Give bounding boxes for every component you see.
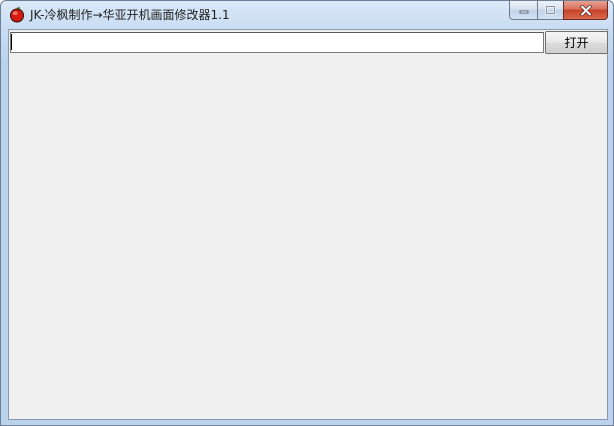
- app-window: JK-冷枫制作→华亚开机画面修改器1.1 打开: [0, 0, 614, 426]
- close-icon: [579, 4, 592, 16]
- open-button[interactable]: 打开: [545, 31, 608, 54]
- window-title: JK-冷枫制作→华亚开机画面修改器1.1: [30, 8, 230, 22]
- text-caret: [11, 34, 12, 50]
- maximize-icon: [545, 5, 556, 15]
- client-area: 打开: [8, 29, 608, 420]
- caption-buttons: [509, 1, 608, 21]
- title-bar[interactable]: JK-冷枫制作→华亚开机画面修改器1.1: [1, 1, 613, 29]
- app-icon: [10, 7, 24, 23]
- minimize-icon: [519, 10, 528, 14]
- close-button[interactable]: [563, 1, 608, 20]
- minimize-button[interactable]: [509, 1, 537, 20]
- file-path-input[interactable]: [10, 32, 544, 53]
- maximize-button[interactable]: [537, 1, 563, 20]
